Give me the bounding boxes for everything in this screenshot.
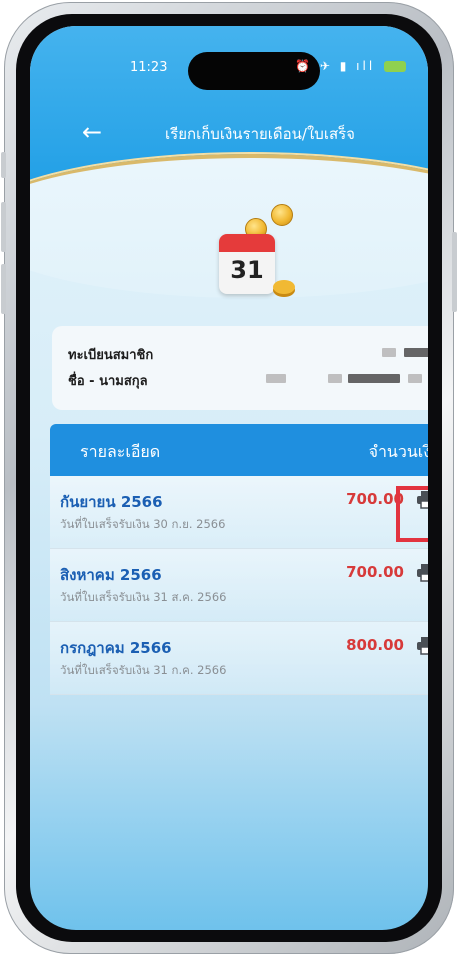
billing-list: กันยายน 2566 วันที่ใบเสร็จรับเงิน 30 ก.ย… (50, 476, 428, 695)
status-time: 11:23 (130, 60, 168, 75)
member-info-card: ทะเบียนสมาชิก ชื่อ - นามสกุล (52, 326, 428, 410)
redacted-member-id (404, 348, 428, 357)
row-receipt-date: วันที่ใบเสร็จรับเงิน 31 ก.ค. 2566 (60, 663, 227, 677)
calendar-coins-illustration: 31 (215, 204, 315, 314)
battery-icon (384, 61, 406, 72)
printer-icon[interactable] (416, 563, 428, 583)
volume-up-button (1, 202, 6, 252)
calendar-day: 31 (230, 256, 264, 284)
member-id-label: ทะเบียนสมาชิก (68, 348, 154, 363)
highlight-box (396, 486, 428, 542)
volume-down-button (1, 264, 6, 314)
billing-row[interactable]: กันยายน 2566 วันที่ใบเสร็จรับเงิน 30 ก.ย… (50, 476, 428, 549)
status-indicator-icons: ⏰ ✈ ▮ ıll (295, 59, 376, 73)
row-amount: 800.00 (346, 636, 404, 654)
billing-row[interactable]: กรกฎาคม 2566 วันที่ใบเสร็จรับเงิน 31 ก.ค… (50, 622, 428, 695)
redacted-member-name (328, 374, 342, 383)
redacted-member-name (408, 374, 422, 383)
redacted-member-name (266, 374, 286, 383)
page-title: เรียกเก็บเงินรายเดือน/ใบเสร็จ (165, 125, 355, 143)
redacted-member-id (382, 348, 396, 357)
redacted-member-name (348, 374, 400, 383)
bezel: 11:23 ⏰ ✈ ▮ ıll ← เรียกเก็บเงินรายเดือน/… (16, 14, 442, 942)
phone-frame: 11:23 ⏰ ✈ ▮ ıll ← เรียกเก็บเงินรายเดือน/… (1, 2, 457, 954)
row-month: สิงหาคม 2566 (60, 566, 162, 584)
member-name-label: ชื่อ - นามสกุล (68, 374, 148, 389)
app-screen: 11:23 ⏰ ✈ ▮ ıll ← เรียกเก็บเงินรายเดือน/… (30, 26, 428, 930)
row-amount: 700.00 (346, 563, 404, 581)
column-detail: รายละเอียด (80, 442, 161, 461)
row-receipt-date: วันที่ใบเสร็จรับเงิน 31 ส.ค. 2566 (60, 590, 227, 604)
power-button (452, 232, 457, 312)
row-month: กันยายน 2566 (60, 493, 163, 511)
billing-row[interactable]: สิงหาคม 2566 วันที่ใบเสร็จรับเงิน 31 ส.ค… (50, 549, 428, 622)
row-receipt-date: วันที่ใบเสร็จรับเงิน 30 ก.ย. 2566 (60, 517, 226, 531)
side-button (1, 152, 6, 178)
column-amount: จำนวนเงิน (368, 442, 428, 461)
status-icons: ⏰ ✈ ▮ ıll (295, 59, 406, 73)
back-arrow-icon[interactable]: ← (82, 120, 102, 144)
row-month: กรกฎาคม 2566 (60, 639, 172, 657)
coin-stack-icon (273, 280, 295, 294)
coin-icon (271, 204, 293, 226)
table-header: รายละเอียด จำนวนเงิน (50, 424, 428, 476)
calendar-icon: 31 (219, 234, 275, 294)
printer-icon[interactable] (416, 636, 428, 656)
